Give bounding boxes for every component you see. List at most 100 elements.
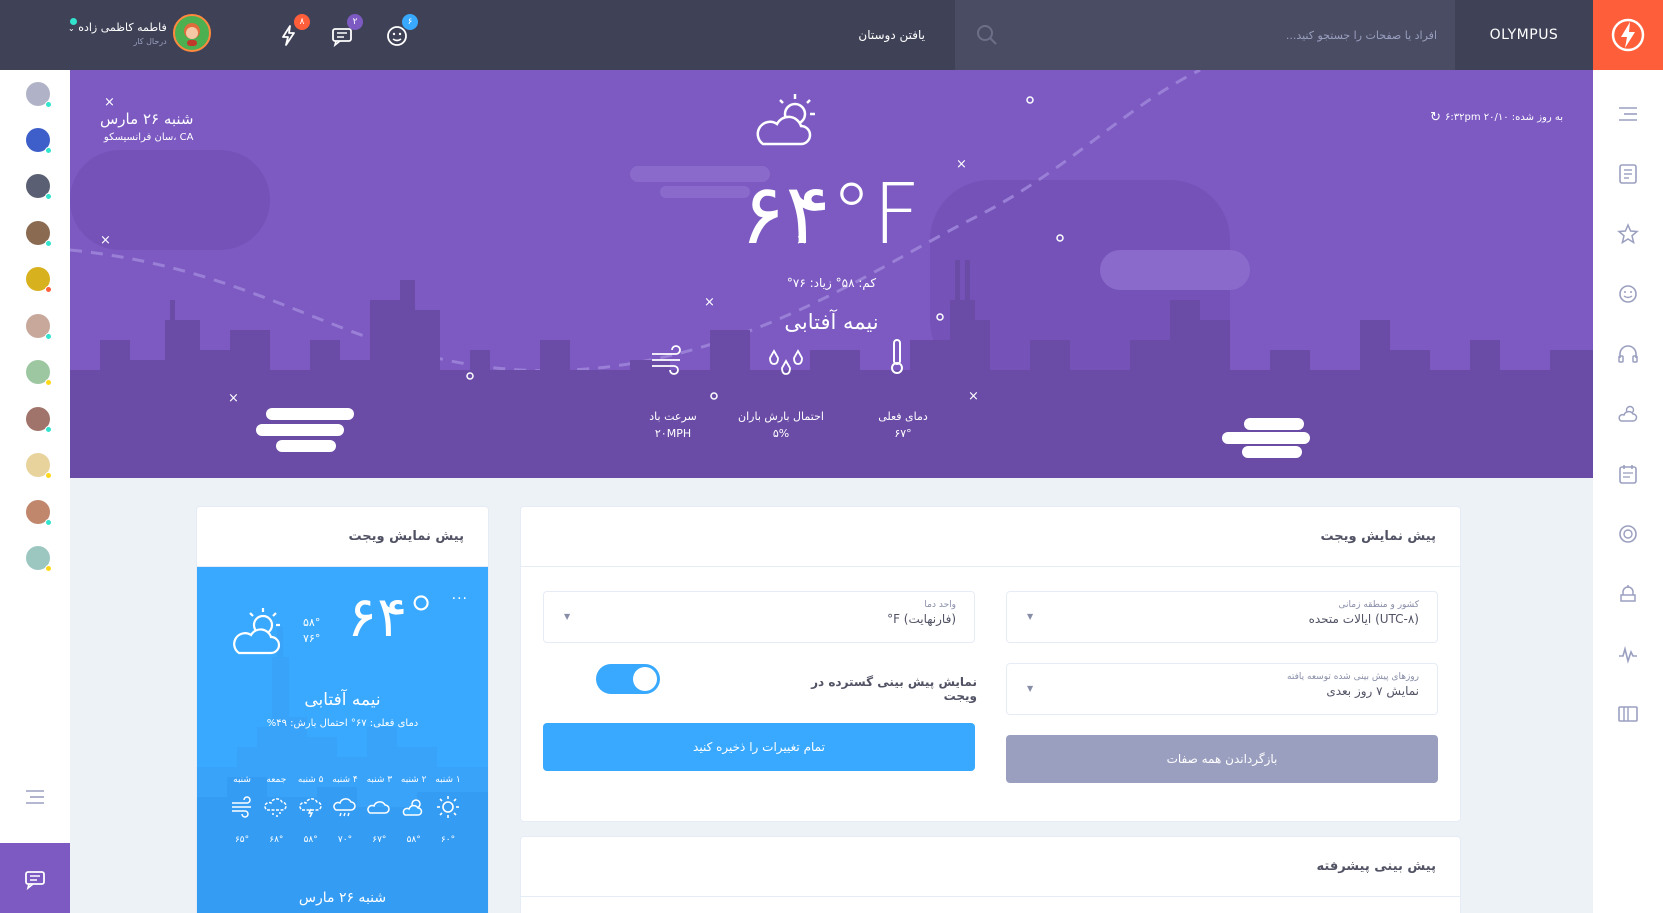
- country-timezone-select[interactable]: کشور و منطقه زمانی ایالات متحده (UTC-۸) …: [1006, 591, 1438, 643]
- day-temp: ۶۸°: [269, 835, 284, 845]
- search-input[interactable]: [1017, 28, 1437, 42]
- status-dot: [45, 333, 52, 340]
- more-options-icon[interactable]: ...: [452, 587, 468, 603]
- status-dot: [45, 519, 52, 526]
- activity-button[interactable]: ۸: [274, 14, 310, 50]
- current-temperature: ۶۴°F: [740, 165, 923, 263]
- menu-lines-icon[interactable]: [1616, 102, 1640, 126]
- day-temp: ۶۷°: [372, 835, 387, 845]
- headphones-icon[interactable]: [1616, 342, 1640, 366]
- forecast-day: ۳ شنبه ۶۷°: [362, 775, 396, 845]
- cake-icon[interactable]: [1616, 582, 1640, 606]
- field-label: کشور و منطقه زمانی: [1338, 600, 1419, 610]
- min-max-temperature: کم: ۵۸° زیاد: ۷۶°: [786, 276, 877, 290]
- friend-avatar[interactable]: [26, 267, 52, 293]
- friend-avatar[interactable]: [26, 500, 52, 526]
- forecast-day: جمعه ۶۸°: [259, 775, 293, 845]
- friend-avatar[interactable]: [26, 128, 52, 154]
- forecast-day: ۱ شنبه ۶۰°: [431, 775, 465, 845]
- friend-avatar[interactable]: [26, 453, 52, 479]
- field-value: °F (فارنهایت): [887, 612, 956, 626]
- field-value: نمایش ۷ روز بعدی: [1326, 684, 1419, 698]
- storm-cloud-icon: [298, 798, 322, 818]
- friend-avatar[interactable]: [26, 314, 52, 340]
- status-dot: [45, 379, 52, 386]
- widget-min-max: ۵۸° ۷۶°: [303, 615, 320, 647]
- stat-label: احتمال بارش باران: [738, 410, 824, 423]
- topbar: OLYMPUS یافتن دوستان ۶ ۲ ۸: [0, 0, 1663, 70]
- toggle-knob: [633, 667, 657, 691]
- caret-down-icon: ▼: [1027, 684, 1034, 693]
- friend-avatar[interactable]: [26, 174, 52, 200]
- friends-sidebar: [0, 70, 70, 913]
- brand-logo[interactable]: [1593, 0, 1663, 70]
- search-icon[interactable]: [975, 23, 999, 47]
- user-menu[interactable]: فاطمه کاظمی زاده ⌄ درحال کار: [68, 14, 211, 52]
- friend-requests-button[interactable]: ۶: [382, 14, 418, 50]
- widget-condition: نیمه آفتابی: [304, 690, 381, 710]
- caret-down-icon: ▼: [1027, 612, 1034, 621]
- svg-text:×: ×: [104, 95, 115, 110]
- friend-avatar[interactable]: [26, 407, 52, 433]
- brand-name[interactable]: OLYMPUS: [1455, 0, 1593, 70]
- temperature-unit-select[interactable]: واحد دما °F (فارنهایت) ▼: [543, 591, 975, 643]
- calendar-icon[interactable]: [1616, 462, 1640, 486]
- save-all-changes-button[interactable]: تمام تغییرات را ذخیره کنید: [543, 723, 975, 771]
- weather-condition: نیمه آفتابی: [784, 310, 879, 334]
- card-title: پیش نمایش ویجت: [521, 507, 1460, 567]
- stats-icon[interactable]: [1616, 642, 1640, 666]
- stat-wind-speed: سرعت باد ۲۰MPH: [638, 410, 708, 440]
- star-icon[interactable]: [1616, 222, 1640, 246]
- widget-settings-card: پیش نمایش ویجت کشور و منطقه زمانی ایالات…: [520, 506, 1461, 822]
- field-label: واحد دما: [924, 600, 956, 610]
- menu-lines-icon[interactable]: [24, 788, 46, 808]
- status-dot: [45, 193, 52, 200]
- friends-count-badge: ۶: [402, 14, 418, 30]
- widget-subline: دمای فعلی: ۶۷° احتمال بارش: ۴۹%: [266, 718, 419, 729]
- svg-text:×: ×: [704, 295, 715, 310]
- search-bar: [955, 0, 1455, 70]
- stat-label: سرعت باد: [649, 410, 697, 423]
- status-dot: [45, 240, 52, 247]
- hero-date-block: شنبه ۲۶ مارس سان فرانسیسکو، CA: [100, 110, 194, 143]
- chevron-down-icon[interactable]: ⌄: [68, 24, 75, 33]
- forecast-day: شنبه ۶۵°: [225, 775, 259, 845]
- weather-icon[interactable]: [1616, 402, 1640, 426]
- badge-icon[interactable]: [1616, 522, 1640, 546]
- widget-date: شنبه ۲۶ مارس: [298, 890, 387, 906]
- friend-avatar[interactable]: [26, 82, 52, 108]
- weather-hero: × × × × × × × شنبه ۲۶ مارس سان فرانسیسکو…: [70, 70, 1593, 478]
- day-name: ۱ شنبه: [435, 775, 461, 785]
- day-name: ۲ شنبه: [400, 775, 427, 785]
- friend-avatar[interactable]: [26, 546, 52, 572]
- extended-forecast-toggle[interactable]: [596, 664, 660, 694]
- lightning-logo-icon: [1611, 18, 1645, 52]
- user-name: فاطمه کاظمی زاده: [78, 20, 167, 34]
- newsfeed-icon[interactable]: [1616, 162, 1640, 186]
- friend-avatar[interactable]: [26, 221, 52, 247]
- friend-avatar[interactable]: [26, 360, 52, 386]
- widget-city-background: [197, 608, 488, 913]
- messages-button[interactable]: ۲: [327, 14, 363, 50]
- smiley-icon[interactable]: [1616, 282, 1640, 306]
- user-role: درحال کار: [133, 36, 167, 46]
- day-temp: ۵۸°: [406, 835, 421, 845]
- rain-cloud-icon: [333, 798, 356, 817]
- find-friends-link[interactable]: یافتن دوستان: [858, 0, 925, 70]
- status-dot: [45, 147, 52, 154]
- status-dot: [45, 426, 52, 433]
- wind-icon: [232, 796, 252, 818]
- cloud-icon: [367, 801, 391, 814]
- manage-widgets-icon[interactable]: [1616, 702, 1640, 726]
- day-temp: ۶۵°: [234, 835, 250, 845]
- refresh-icon[interactable]: ↻: [1430, 110, 1441, 125]
- status-dot: [45, 565, 52, 572]
- widget-temperature: ۶۴°: [347, 585, 436, 650]
- forecast-days-select[interactable]: روزهای پیش بینی شده توسعه یافته نمایش ۷ …: [1006, 663, 1438, 715]
- reset-all-button[interactable]: بازگرداندن همه صفات: [1006, 735, 1438, 783]
- avatar[interactable]: [172, 14, 211, 52]
- card-title: پیش نمایش ویجت: [197, 507, 488, 567]
- caret-down-icon: ▼: [564, 612, 571, 621]
- status-dot: [45, 286, 52, 293]
- open-chat-button[interactable]: [0, 843, 70, 913]
